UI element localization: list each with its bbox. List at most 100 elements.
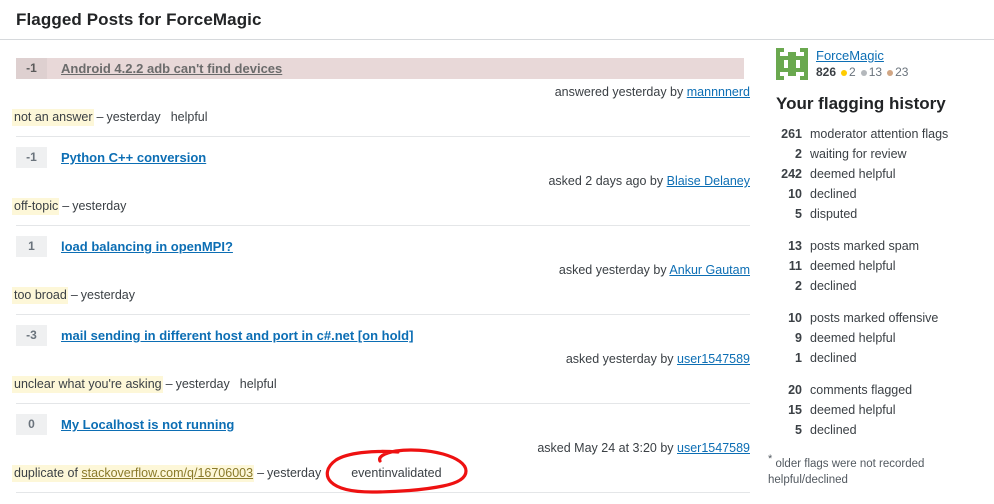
stat-count: 5 — [795, 423, 802, 438]
post-meta: asked yesterday by user1547589 — [16, 352, 750, 366]
flag-dash: – — [165, 377, 173, 391]
flag-reason: off-topic — [12, 198, 60, 215]
sidebar-footnote: * older flags were not recorded helpful/… — [768, 452, 968, 488]
stat-count: 10 — [788, 311, 802, 326]
post-meta-action: asked yesterday by — [558, 263, 667, 277]
row-separator — [16, 403, 750, 404]
stat-label: posts marked spam — [810, 239, 920, 254]
bronze-badge-count: 23 — [895, 65, 909, 80]
flag-line: too broad – yesterday — [12, 287, 760, 304]
post-score: 0 — [16, 414, 47, 435]
flag-line: off-topic – yesterday — [12, 198, 760, 215]
flagged-post-row: 1 load balancing in openMPI? asked yeste… — [0, 236, 760, 315]
row-separator — [16, 136, 750, 137]
stat-label: deemed helpful — [810, 259, 896, 274]
stat-label: declined — [810, 187, 857, 202]
post-meta-action: answered yesterday by — [554, 85, 684, 99]
stat-group: 10 posts marked offensive 9 deemed helpf… — [768, 308, 986, 368]
stat-label: deemed helpful — [810, 403, 896, 418]
flagging-history-title: Your flagging history — [776, 94, 946, 114]
post-title-link[interactable]: mail sending in different host and port … — [61, 328, 413, 343]
flag-dash: – — [96, 110, 104, 124]
stat-label: moderator attention flags — [810, 127, 949, 142]
flag-time: yesterday — [175, 377, 230, 391]
stat-count: 5 — [795, 207, 802, 222]
stat-row: 5 declined — [768, 420, 986, 440]
page-title: Flagged Posts for ForceMagic — [16, 10, 262, 29]
stat-count: 242 — [781, 167, 802, 182]
silver-badge-dot-icon — [860, 69, 867, 76]
flag-dash: – — [62, 199, 70, 213]
stat-label: declined — [810, 351, 857, 366]
row-separator — [16, 314, 750, 315]
user-name-link[interactable]: ForceMagic — [816, 48, 884, 63]
stat-label: deemed helpful — [810, 331, 896, 346]
stat-label: declined — [810, 423, 857, 438]
stat-row: 10 posts marked offensive — [768, 308, 986, 328]
stat-count: 261 — [781, 127, 802, 142]
post-author-link[interactable]: Blaise Delaney — [667, 174, 750, 188]
flag-time: yesterday — [72, 199, 127, 213]
stat-row: 9 deemed helpful — [768, 328, 986, 348]
flag-line: duplicate of stackoverflow.com/q/1670600… — [12, 465, 760, 482]
flag-dash: – — [257, 466, 265, 480]
post-title-link[interactable]: Python C++ conversion — [61, 150, 206, 165]
stat-row: 11 deemed helpful — [768, 256, 986, 276]
stat-row: 2 waiting for review — [768, 144, 986, 164]
post-author-link[interactable]: user1547589 — [677, 352, 750, 366]
identicon-avatar-icon[interactable] — [776, 48, 808, 80]
user-card[interactable]: ForceMagic 826 2 13 23 — [768, 48, 986, 80]
post-author-link[interactable]: Ankur Gautam — [669, 263, 750, 277]
stat-group: 20 comments flagged 15 deemed helpful 5 … — [768, 380, 986, 440]
stat-count: 2 — [795, 279, 802, 294]
gold-badge: 2 — [841, 65, 856, 80]
reputation-value: 826 — [816, 65, 837, 80]
stat-label: posts marked offensive — [810, 311, 939, 326]
duplicate-target-link[interactable]: stackoverflow.com/q/16706003 — [81, 466, 253, 480]
post-title-link[interactable]: My Localhost is not running — [61, 417, 234, 432]
flag-reason: duplicate of stackoverflow.com/q/1670600… — [12, 465, 255, 482]
stat-count: 20 — [788, 383, 802, 398]
post-score: -1 — [16, 147, 47, 168]
flag-status: helpful — [170, 110, 208, 124]
post-meta-action: asked 2 days ago by — [548, 174, 664, 188]
post-author-link[interactable]: user1547589 — [677, 441, 750, 455]
stat-count: 11 — [788, 259, 802, 274]
stat-row: 261 moderator attention flags — [768, 124, 986, 144]
flagged-post-row: -3 mail sending in different host and po… — [0, 325, 760, 404]
post-title-link[interactable]: load balancing in openMPI? — [61, 239, 233, 254]
user-info: ForceMagic 826 2 13 23 — [816, 48, 913, 80]
flagged-posts-list: -1 Android 4.2.2 adb can't find devices … — [0, 40, 760, 493]
stat-row: 242 deemed helpful — [768, 164, 986, 184]
stat-row: 5 disputed — [768, 204, 986, 224]
content-layout: -1 Android 4.2.2 adb can't find devices … — [0, 40, 994, 493]
flag-status: helpful — [239, 377, 277, 391]
stat-count: 10 — [788, 187, 802, 202]
row-separator — [16, 492, 750, 493]
stat-row: 13 posts marked spam — [768, 236, 986, 256]
stat-row: 15 deemed helpful — [768, 400, 986, 420]
stat-count: 13 — [788, 239, 802, 254]
gold-badge-count: 2 — [849, 65, 856, 80]
stat-count: 2 — [795, 147, 802, 162]
stat-group: 261 moderator attention flags 2 waiting … — [768, 124, 986, 224]
flag-line: unclear what you're asking – yesterday help… — [12, 376, 760, 393]
footnote-text: older flags were not recorded helpful/de… — [768, 458, 925, 486]
post-header-line: -3 mail sending in different host and po… — [16, 325, 760, 346]
post-author-link[interactable]: mannnnerd — [687, 85, 750, 99]
stat-row: 1 declined — [768, 348, 986, 368]
stat-count: 1 — [795, 351, 802, 366]
post-meta-action: asked May 24 at 3:20 by — [537, 441, 674, 455]
post-title-link[interactable]: Android 4.2.2 adb can't find devices — [61, 61, 282, 76]
post-header-line: -1 Android 4.2.2 adb can't find devices — [16, 58, 744, 79]
flag-line: not an answer – yesterday helpful — [12, 109, 760, 126]
post-score: -1 — [16, 58, 47, 79]
post-score: 1 — [16, 236, 47, 257]
flag-time: yesterday — [267, 466, 322, 480]
flag-reason: not an answer — [12, 109, 94, 126]
stat-row: 10 declined — [768, 184, 986, 204]
stat-label: waiting for review — [810, 147, 907, 162]
flag-time: yesterday — [106, 110, 161, 124]
post-meta: asked 2 days ago by Blaise Delaney — [16, 174, 750, 188]
post-header-line: 0 My Localhost is not running — [16, 414, 760, 435]
